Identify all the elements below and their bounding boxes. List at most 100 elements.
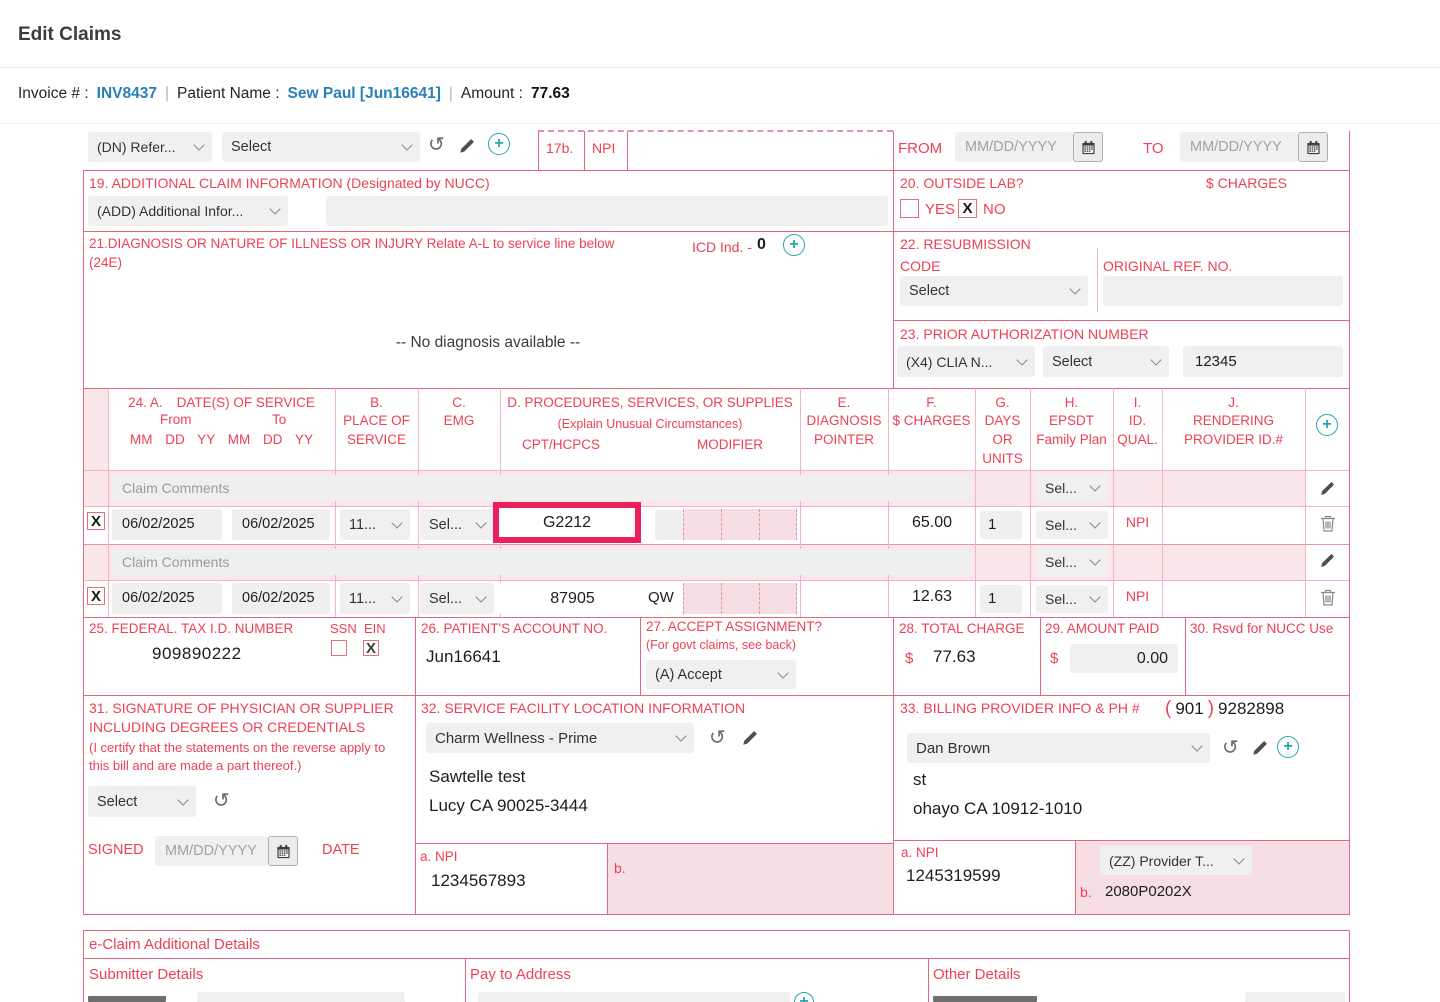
cpt-code-input-highlighted[interactable]: G2212 xyxy=(493,502,641,543)
from-calendar-button[interactable] xyxy=(1073,132,1103,162)
accept-assignment-dropdown[interactable]: (A) Accept xyxy=(646,660,796,689)
add-pay-to-icon[interactable]: + xyxy=(794,992,814,1002)
signed-calendar-button[interactable] xyxy=(268,836,298,866)
to-calendar-button[interactable] xyxy=(1298,132,1328,162)
units-input[interactable]: 1 xyxy=(980,585,1022,613)
epsdt-comment-dropdown[interactable]: Sel... xyxy=(1036,474,1108,502)
claim-comments-input[interactable]: Claim Comments xyxy=(112,475,972,501)
modifier-input[interactable] xyxy=(683,509,721,540)
modifier-input[interactable] xyxy=(759,583,797,614)
clia-qualifier-dropdown[interactable]: (X4) CLIA N... xyxy=(897,346,1035,377)
prior-auth-select-dropdown[interactable]: Select xyxy=(1043,346,1169,377)
additional-info-dropdown[interactable]: (ADD) Additional Infor... xyxy=(88,196,288,226)
chevron-down-icon xyxy=(193,139,204,150)
submitter-type-dropdown[interactable] xyxy=(197,992,405,1002)
service-to-date-input[interactable]: 06/02/2025 xyxy=(232,509,330,540)
col-d-modifier: MODIFIER xyxy=(697,437,763,452)
refresh-icon[interactable]: ↺ xyxy=(428,135,445,155)
divider xyxy=(108,388,109,617)
col-b-header: SERVICE xyxy=(335,431,418,447)
edit-pencil-icon[interactable] xyxy=(741,729,759,752)
claim-comments-input[interactable]: Claim Comments xyxy=(112,549,972,575)
place-of-service-dropdown[interactable]: 11... xyxy=(340,509,410,540)
amount-paid-input[interactable]: 0.00 xyxy=(1070,644,1178,673)
id-qual-label: NPI xyxy=(1113,514,1162,530)
modifier-input[interactable] xyxy=(721,583,759,614)
refresh-icon[interactable]: ↺ xyxy=(709,728,726,748)
patient-name-link[interactable]: Sew Paul [Jun16641] xyxy=(288,85,441,103)
to-date-input[interactable]: MM/DD/YYYY xyxy=(1180,132,1298,162)
facility-dropdown[interactable]: Charm Wellness - Prime xyxy=(426,723,694,753)
dropdown-value: Charm Wellness - Prime xyxy=(435,730,597,747)
resubmission-code-dropdown[interactable]: Select xyxy=(900,276,1088,306)
modifier-input[interactable] xyxy=(655,510,683,540)
row-select-checkbox[interactable]: X xyxy=(87,587,105,605)
col-d-header: (Explain Unusual Circumstances) xyxy=(500,416,800,432)
delete-row-trash-icon[interactable] xyxy=(1320,515,1336,537)
col-i-header: ID. xyxy=(1113,412,1162,428)
signature-dropdown[interactable]: Select xyxy=(88,786,196,817)
divider xyxy=(627,131,628,170)
original-ref-input[interactable] xyxy=(1103,276,1343,306)
prior-auth-number-input[interactable]: 12345 xyxy=(1183,346,1343,377)
pay-to-address-input[interactable] xyxy=(478,992,790,1002)
ein-checkbox[interactable]: X xyxy=(363,640,379,656)
billing-provider-dropdown[interactable]: Dan Brown xyxy=(907,733,1210,763)
add-provider-icon[interactable]: + xyxy=(1277,736,1299,758)
edit-row-pencil-icon[interactable] xyxy=(1319,552,1336,574)
service-from-date-input[interactable]: 06/02/2025 xyxy=(112,583,222,614)
cpt-code-input[interactable]: 87905 xyxy=(500,583,645,614)
col-i-header: QUAL. xyxy=(1113,431,1162,447)
row-select-checkbox[interactable]: X xyxy=(87,512,105,530)
from-date-input[interactable]: MM/DD/YYYY xyxy=(955,132,1073,162)
refresh-icon[interactable]: ↺ xyxy=(1222,738,1239,758)
facility-address-line1: Sawtelle test xyxy=(429,767,525,787)
from-label: FROM xyxy=(898,140,942,157)
service-from-date-input[interactable]: 06/02/2025 xyxy=(112,509,222,540)
delete-row-trash-icon[interactable] xyxy=(1320,589,1336,611)
other-details-input[interactable] xyxy=(1245,992,1345,1002)
emg-dropdown[interactable]: Sel... xyxy=(420,509,494,540)
submitter-details-title: Submitter Details xyxy=(89,966,203,983)
modifier-input[interactable] xyxy=(759,509,797,540)
box19-title: 19. ADDITIONAL CLAIM INFORMATION (Design… xyxy=(89,175,490,191)
provider-qualifier-dropdown[interactable]: (ZZ) Provider T... xyxy=(1100,846,1252,875)
modifier-input[interactable]: QW xyxy=(648,589,674,606)
epsdt-dropdown[interactable]: Sel... xyxy=(1036,511,1108,539)
divider xyxy=(893,131,894,388)
amount-label: Amount : xyxy=(461,85,523,103)
place-of-service-dropdown[interactable]: 11... xyxy=(340,583,410,614)
icd-indicator-value: 0 xyxy=(757,236,766,254)
add-diagnosis-icon[interactable]: + xyxy=(783,234,805,256)
refresh-icon[interactable]: ↺ xyxy=(213,791,230,811)
referrer-qualifier-dropdown[interactable]: (DN) Refer... xyxy=(88,132,212,162)
service-to-date-input[interactable]: 06/02/2025 xyxy=(232,583,330,614)
col-j-header: RENDERING xyxy=(1162,412,1305,428)
edit-pencil-icon[interactable] xyxy=(458,137,476,160)
units-input[interactable]: 1 xyxy=(980,511,1022,539)
col-d-cpt: CPT/HCPCS xyxy=(522,437,600,452)
edit-row-pencil-icon[interactable] xyxy=(1319,480,1336,502)
box26-title: 26. PATIENT'S ACCOUNT NO. xyxy=(421,621,607,636)
x-mark: X xyxy=(366,641,376,656)
divider xyxy=(1349,930,1350,1002)
add-referrer-icon[interactable]: + xyxy=(488,133,510,155)
additional-info-input[interactable] xyxy=(326,196,888,226)
ssn-checkbox[interactable] xyxy=(331,640,347,656)
modifier-input[interactable] xyxy=(721,509,759,540)
modifier-input[interactable] xyxy=(683,583,721,614)
billing-b-label: b. xyxy=(1080,884,1092,900)
invoice-number-link[interactable]: INV8437 xyxy=(97,85,157,103)
referrer-select-dropdown[interactable]: Select xyxy=(222,132,420,162)
edit-pencil-icon[interactable] xyxy=(1251,739,1269,762)
emg-dropdown[interactable]: Sel... xyxy=(420,583,494,614)
epsdt-comment-dropdown[interactable]: Sel... xyxy=(1036,548,1108,576)
signed-date-input[interactable]: MM/DD/YYYY xyxy=(155,836,268,866)
outside-lab-yes-checkbox[interactable] xyxy=(900,199,919,218)
col-j-header: J. xyxy=(1162,394,1305,410)
epsdt-dropdown[interactable]: Sel... xyxy=(1036,585,1108,613)
outside-lab-no-checkbox[interactable]: X xyxy=(958,199,977,218)
add-service-line-icon[interactable]: + xyxy=(1316,414,1338,436)
divider xyxy=(893,320,1350,321)
patient-label: Patient Name : xyxy=(177,85,280,103)
